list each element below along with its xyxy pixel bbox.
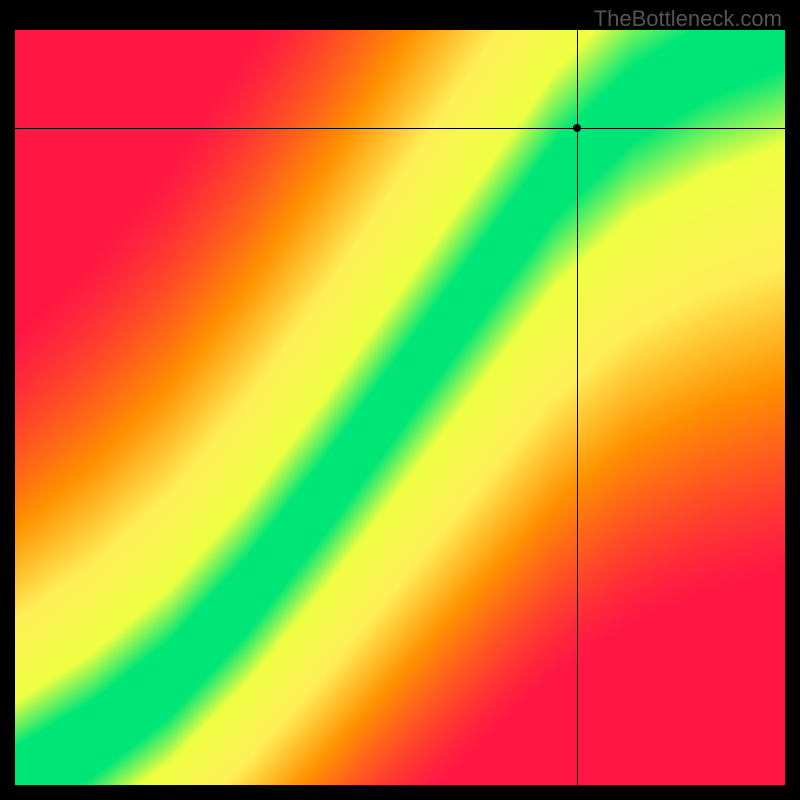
heatmap-canvas — [15, 30, 785, 785]
crosshair-vertical — [577, 30, 578, 785]
selection-marker — [573, 124, 581, 132]
crosshair-horizontal — [15, 128, 785, 129]
watermark-text: TheBottleneck.com — [594, 6, 782, 32]
heatmap-container — [15, 30, 785, 785]
